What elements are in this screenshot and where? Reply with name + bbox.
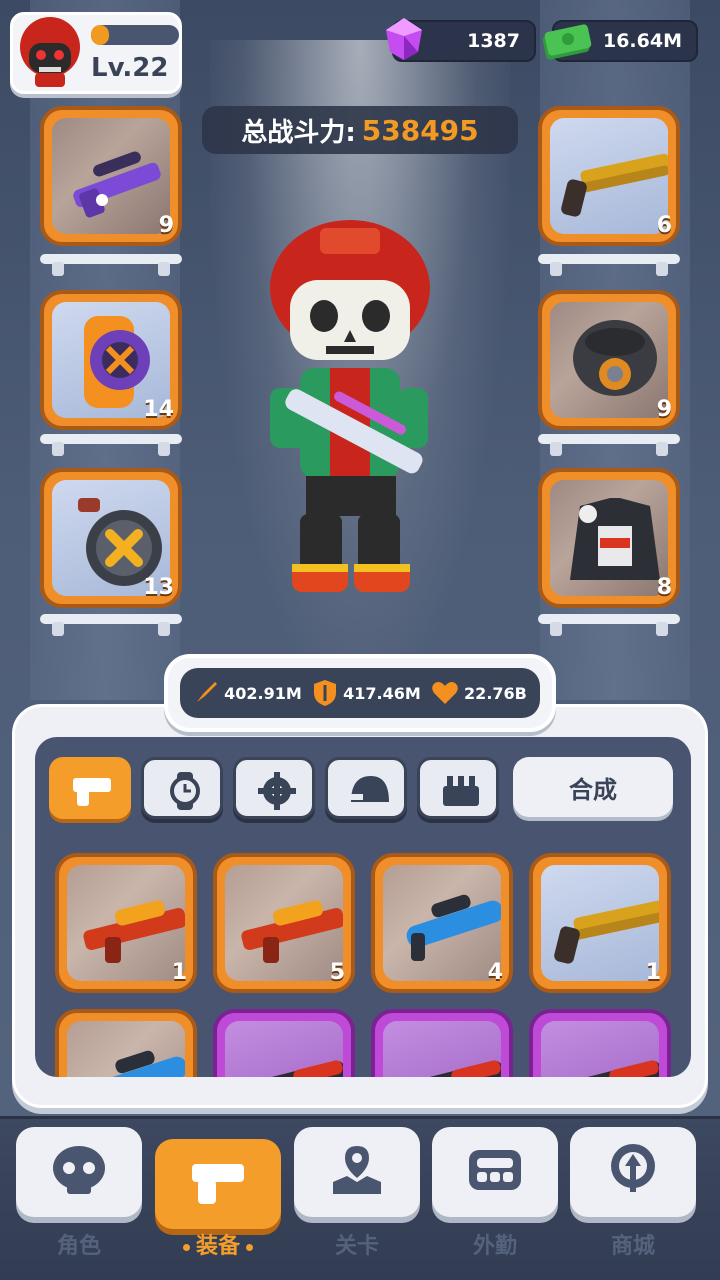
nav-label-character: 角色 <box>56 1234 101 1259</box>
blue-launcher-icon <box>90 1050 185 1077</box>
nav-stages[interactable] <box>294 1127 420 1217</box>
gem-counter[interactable]: 1387 <box>386 18 536 62</box>
power-value: 538495 <box>361 113 479 147</box>
defense-value: 417.46M <box>343 683 421 703</box>
nav-equipment[interactable] <box>155 1139 281 1229</box>
inventory-panel: 合成 1 5 4 1 <box>12 704 708 1108</box>
red-shotgun-icon <box>247 1060 343 1077</box>
blue-launcher-icon <box>406 894 501 961</box>
gold-double-shotgun-icon <box>554 900 659 964</box>
inventory-item[interactable] <box>213 1009 355 1077</box>
nav-label-stages: 关卡 <box>334 1234 379 1259</box>
item-count: 1 <box>645 960 661 985</box>
equip-slot-watch[interactable]: 14 <box>40 290 182 430</box>
total-power: 总战斗力: 538495 <box>202 106 518 154</box>
shelf <box>538 252 680 276</box>
equip-slot-magazine[interactable]: 13 <box>40 468 182 608</box>
tab-weapons[interactable] <box>49 757 131 819</box>
avatar <box>20 17 80 87</box>
nav-label-shop: 商城 <box>610 1234 655 1259</box>
gold-double-shotgun-icon <box>561 153 668 217</box>
gun-icon <box>192 1164 244 1204</box>
armor-icon <box>443 776 479 806</box>
map-pin-icon <box>333 1146 381 1194</box>
rocket-icon <box>197 682 218 702</box>
helmet-icon <box>349 776 389 802</box>
dragon-rifle-icon <box>83 900 185 963</box>
shield-icon <box>314 680 337 706</box>
tab-helmets[interactable] <box>325 757 407 819</box>
power-label: 总战斗力: <box>241 117 356 148</box>
equip-slot-armor[interactable]: 8 <box>538 468 680 608</box>
gas-mask-helmet-icon <box>573 320 657 396</box>
item-count: 1 <box>171 960 187 985</box>
red-shotgun-icon <box>405 1060 501 1077</box>
gear-icon <box>258 772 296 810</box>
inventory-item[interactable] <box>55 1009 197 1077</box>
inventory-item[interactable]: 4 <box>371 853 513 993</box>
shelf <box>40 612 182 636</box>
slot-count: 6 <box>656 213 672 238</box>
inventory-item[interactable] <box>529 1009 671 1077</box>
shop-icon <box>611 1144 655 1192</box>
item-count: 4 <box>487 960 503 985</box>
item-count: 5 <box>329 960 345 985</box>
nav-label-field-ops: 外勤 <box>472 1234 517 1259</box>
skull-icon <box>53 1146 105 1194</box>
health-stat: 22.76B <box>431 680 527 706</box>
slot-count: 13 <box>143 575 174 600</box>
merge-button[interactable]: 合成 <box>513 757 673 817</box>
attack-value: 402.91M <box>224 683 302 703</box>
nav-shop[interactable] <box>570 1127 696 1217</box>
slot-count: 8 <box>656 575 672 600</box>
racing-jacket-icon <box>570 498 660 580</box>
shelf <box>40 252 182 276</box>
inventory-item[interactable]: 1 <box>529 853 671 993</box>
health-value: 22.76B <box>464 683 527 703</box>
slot-count: 9 <box>158 213 174 238</box>
hero-character[interactable] <box>250 218 450 598</box>
xp-bar <box>91 25 179 45</box>
dragon-rifle-icon <box>241 900 343 963</box>
equip-slot-weapon[interactable]: 9 <box>40 106 182 246</box>
nav-label-equipment: 装备 <box>155 1228 281 1260</box>
heart-icon <box>432 682 458 704</box>
cash-icon <box>542 24 592 60</box>
gamepad-icon <box>469 1150 521 1190</box>
gun-icon <box>73 778 111 806</box>
player-level: Lv.22 <box>91 53 169 83</box>
inventory-area: 合成 1 5 4 1 <box>35 737 691 1077</box>
equip-slot-secondary[interactable]: 6 <box>538 106 680 246</box>
watch-icon <box>170 772 200 810</box>
inventory-item[interactable]: 5 <box>213 853 355 993</box>
nav-character[interactable] <box>16 1127 142 1217</box>
tab-armor[interactable] <box>417 757 499 819</box>
tab-gear[interactable] <box>233 757 315 819</box>
stats-pill: 402.91M 417.46M 22.76B <box>164 654 556 732</box>
shelf <box>538 432 680 456</box>
defense-stat: 417.46M <box>312 679 421 707</box>
nav-field-ops[interactable] <box>432 1127 558 1217</box>
shelf <box>40 432 182 456</box>
inventory-item[interactable] <box>371 1009 513 1077</box>
equip-slot-helmet[interactable]: 9 <box>538 290 680 430</box>
red-shotgun-icon <box>563 1060 659 1077</box>
gem-icon <box>386 18 422 60</box>
tab-watches[interactable] <box>141 757 223 819</box>
inventory-item[interactable]: 1 <box>55 853 197 993</box>
slot-count: 9 <box>656 397 672 422</box>
gem-value: 1387 <box>467 30 520 52</box>
player-card[interactable]: Lv.22 <box>10 12 182 94</box>
slot-count: 14 <box>143 397 174 422</box>
cash-value: 16.64M <box>602 30 682 52</box>
shelf <box>538 612 680 636</box>
purple-sniper-rifle-icon <box>73 151 161 218</box>
attack-stat: 402.91M <box>193 680 302 706</box>
cash-counter[interactable]: 16.64M <box>542 20 698 62</box>
